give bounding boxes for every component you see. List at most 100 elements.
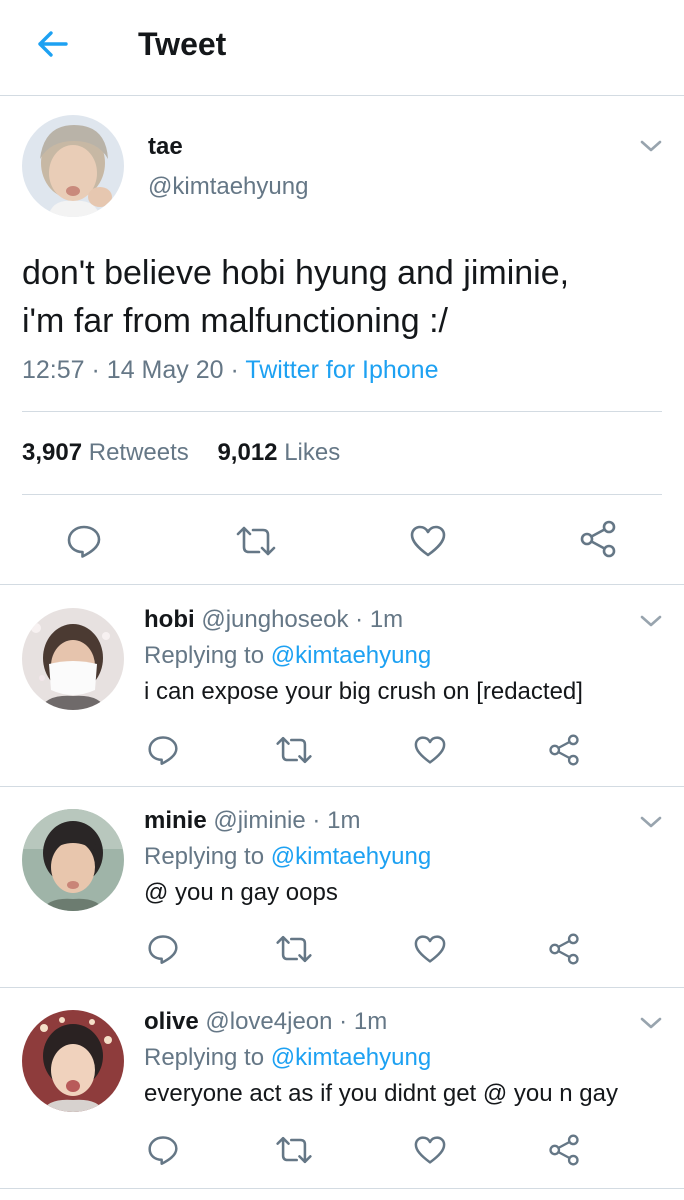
avatar[interactable] (22, 115, 124, 217)
reply-author-handle[interactable]: @jiminie (213, 807, 305, 834)
divider (0, 1188, 684, 1189)
replying-to-label: Replying to (144, 843, 265, 870)
like-button[interactable] (408, 728, 452, 772)
retweets-count: 3,907 (22, 439, 83, 466)
likes-stat[interactable]: 9,012 Likes (217, 439, 340, 467)
reply-text: @ you n gay oops (144, 879, 338, 906)
heart-icon (414, 736, 446, 764)
reply-button[interactable] (62, 519, 106, 563)
reply-header: olive @love4jeon · 1m (144, 1008, 387, 1036)
more-options-button[interactable] (636, 1008, 666, 1038)
heart-icon (410, 525, 446, 557)
chevron-down-icon (640, 140, 662, 152)
tweet-source-link[interactable]: Twitter for Iphone (245, 356, 438, 384)
author-handle[interactable]: @kimtaehyung (148, 173, 308, 201)
reply-icon (148, 1136, 178, 1166)
chevron-down-icon (640, 816, 662, 828)
reply-author-name[interactable]: hobi (144, 606, 195, 633)
top-bar: Tweet (0, 0, 684, 96)
reply-tweet[interactable]: olive @love4jeon · 1m Replying to @kimta… (0, 988, 684, 1200)
retweet-icon (236, 526, 276, 556)
reply-text: i can expose your big crush on [redacted… (144, 678, 583, 705)
replying-to-link[interactable]: @kimtaehyung (271, 642, 431, 669)
meta-separator: · (91, 356, 100, 384)
like-button[interactable] (406, 519, 450, 563)
tweet-text: don't believe hobi hyung and jiminie, i'… (22, 249, 662, 345)
retweet-icon (276, 935, 312, 963)
avatar-photo (22, 608, 124, 710)
retweet-icon (276, 736, 312, 764)
reply-text: everyone act as if you didnt get @ you n… (144, 1080, 618, 1107)
divider (22, 411, 662, 412)
replying-to-link[interactable]: @kimtaehyung (271, 1044, 431, 1071)
avatar-photo (22, 1010, 124, 1112)
meta-separator: · (339, 1008, 348, 1035)
share-button[interactable] (542, 927, 586, 971)
reply-time: 1m (369, 606, 404, 633)
retweets-label: Retweets (88, 439, 189, 466)
main-tweet: tae @kimtaehyung don't believe hobi hyun… (0, 97, 684, 585)
reply-tweet[interactable]: minie @jiminie · 1m Replying to @kimtaeh… (0, 787, 684, 988)
meta-separator: · (355, 606, 364, 633)
reply-header: hobi @junghoseok · 1m (144, 606, 403, 634)
retweet-button[interactable] (272, 927, 316, 971)
share-button[interactable] (542, 728, 586, 772)
tweet-date: 14 May 20 (106, 356, 224, 384)
replying-to-label: Replying to (144, 1044, 265, 1071)
reply-time: 1m (327, 807, 361, 834)
tweet-text-line: i'm far from malfunctioning :/ (22, 302, 448, 340)
reply-author-handle[interactable]: @love4jeon (205, 1008, 332, 1035)
reply-icon (148, 935, 178, 965)
likes-label: Likes (284, 439, 341, 466)
reply-icon (67, 525, 101, 558)
share-icon (549, 1134, 579, 1166)
back-button[interactable] (30, 24, 74, 64)
divider (22, 494, 662, 495)
reply-tweet[interactable]: hobi @junghoseok · 1m Replying to @kimta… (0, 586, 684, 787)
share-button[interactable] (576, 517, 620, 561)
like-button[interactable] (408, 927, 452, 971)
reply-header: minie @jiminie · 1m (144, 807, 360, 835)
tweet-time: 12:57 (22, 356, 85, 384)
reply-time: 1m (353, 1008, 388, 1035)
avatar-photo (22, 809, 124, 911)
avatar[interactable] (22, 608, 124, 710)
retweet-button[interactable] (272, 728, 316, 772)
avatar[interactable] (22, 1010, 124, 1112)
retweet-icon (276, 1136, 312, 1164)
replying-to: Replying to @kimtaehyung (144, 1044, 431, 1072)
retweets-stat[interactable]: 3,907 Retweets (22, 439, 189, 467)
arrow-left-icon (38, 31, 68, 57)
share-icon (549, 734, 579, 766)
reply-author-handle[interactable]: @junghoseok (201, 606, 348, 633)
replying-to-link[interactable]: @kimtaehyung (271, 843, 431, 870)
heart-icon (414, 1136, 446, 1164)
reply-author-name[interactable]: olive (144, 1008, 199, 1035)
replying-to-label: Replying to (144, 642, 265, 669)
like-button[interactable] (408, 1128, 452, 1172)
page-title: Tweet (138, 26, 227, 62)
meta-separator: · (312, 807, 321, 834)
reply-button[interactable] (141, 1128, 185, 1172)
share-icon (549, 933, 579, 965)
tweet-stats: 3,907 Retweets 9,012 Likes (22, 439, 362, 467)
author-name[interactable]: tae (148, 133, 183, 161)
tweet-text-line: don't believe hobi hyung and jiminie, (22, 254, 570, 292)
reply-author-name[interactable]: minie (144, 807, 207, 834)
heart-icon (414, 935, 446, 963)
retweet-button[interactable] (272, 1128, 316, 1172)
avatar[interactable] (22, 809, 124, 911)
reply-button[interactable] (141, 728, 185, 772)
more-options-button[interactable] (636, 807, 666, 837)
chevron-down-icon (640, 615, 662, 627)
more-options-button[interactable] (636, 131, 666, 161)
share-button[interactable] (542, 1128, 586, 1172)
share-icon (580, 520, 616, 558)
likes-count: 9,012 (217, 439, 278, 466)
avatar-photo (22, 115, 124, 217)
more-options-button[interactable] (636, 606, 666, 636)
retweet-button[interactable] (232, 519, 280, 563)
chevron-down-icon (640, 1017, 662, 1029)
replying-to: Replying to @kimtaehyung (144, 843, 431, 871)
reply-button[interactable] (141, 927, 185, 971)
